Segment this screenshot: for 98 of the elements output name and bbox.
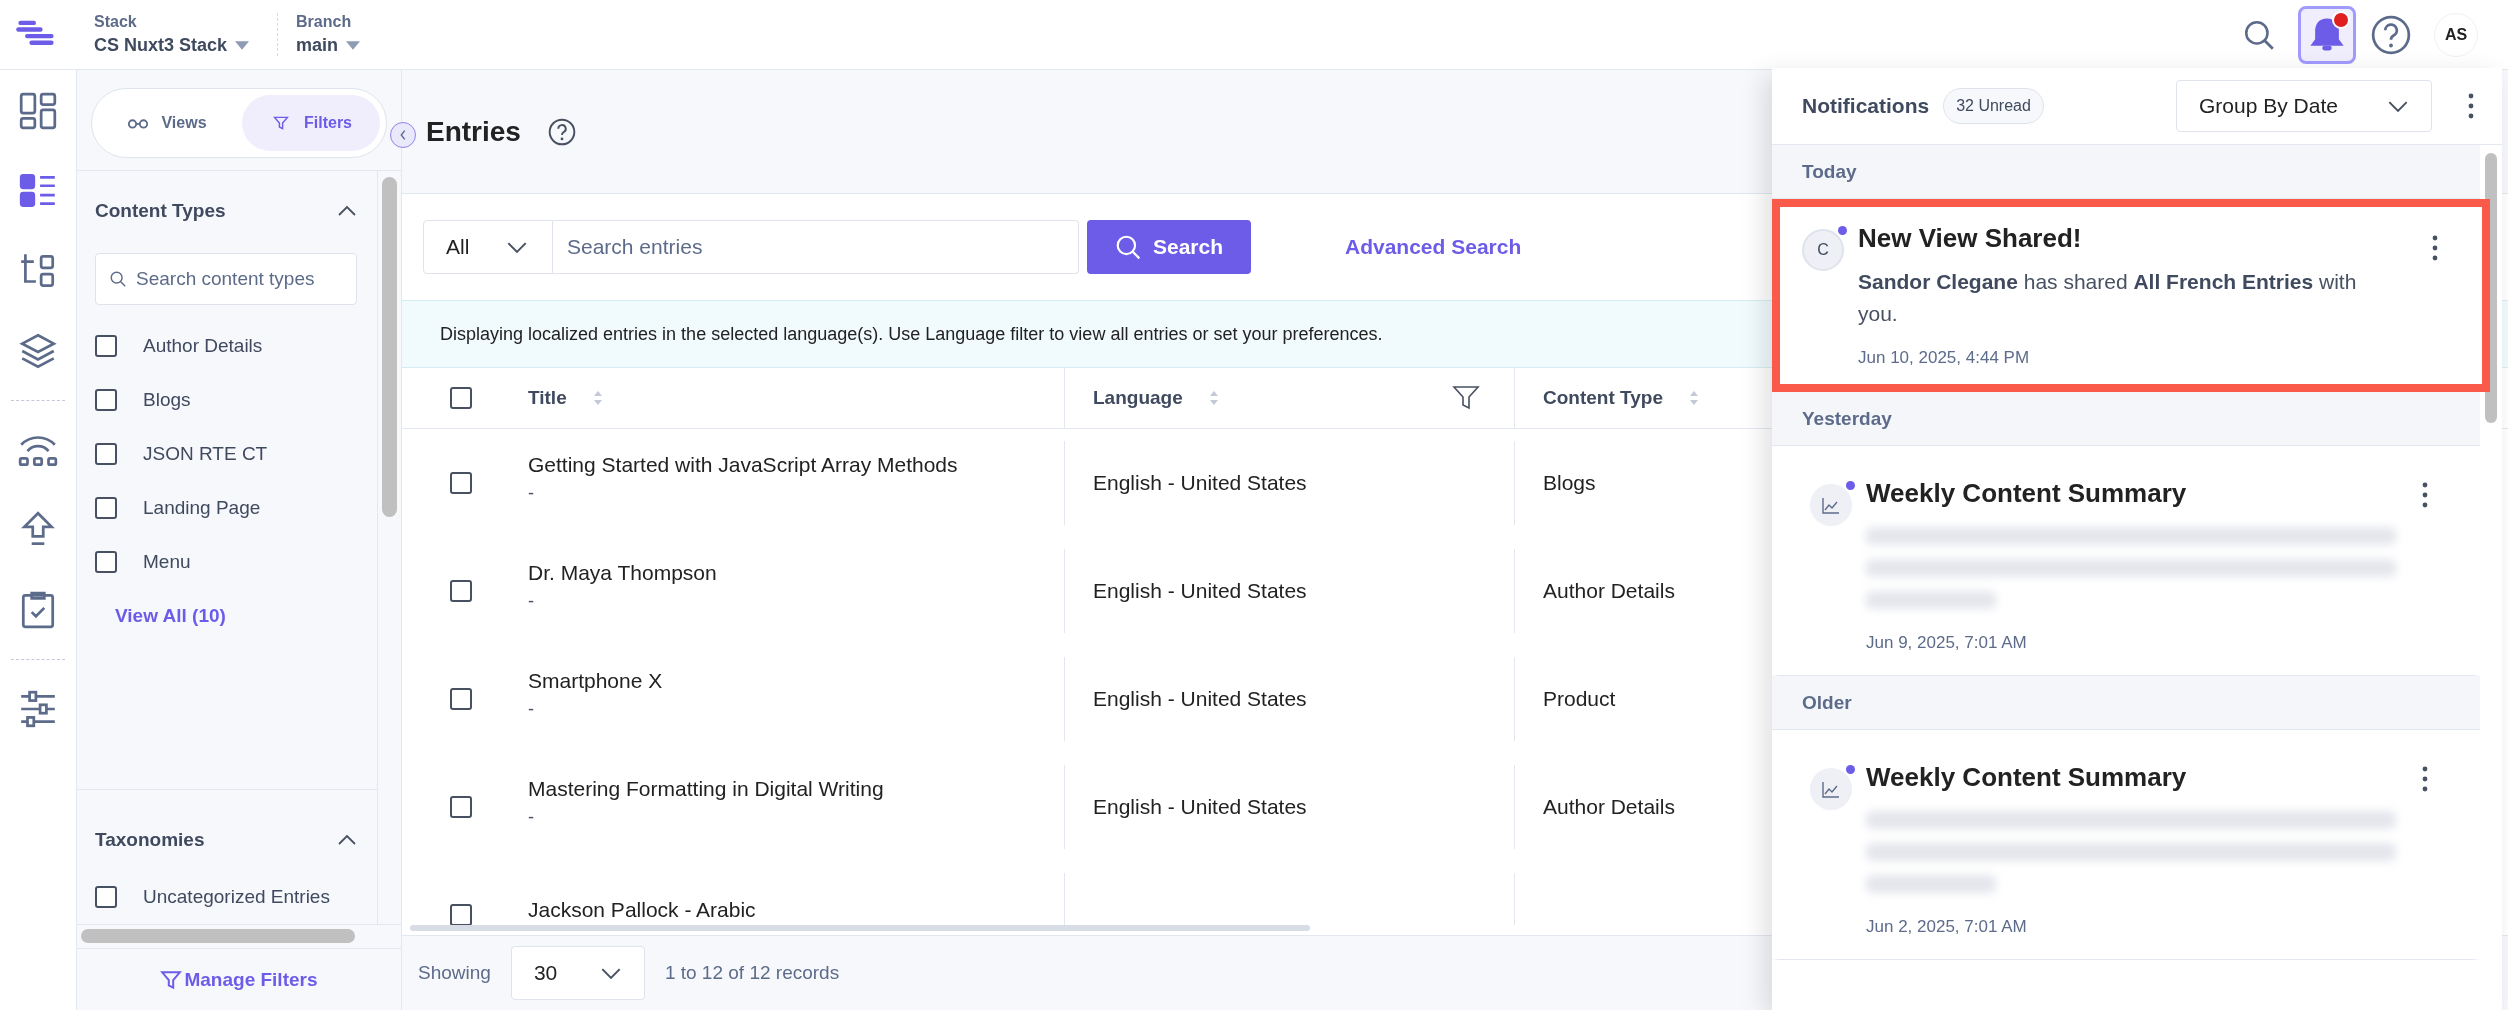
stack-selector[interactable]: CS Nuxt3 Stack [94,35,250,56]
collapse-chevron-icon[interactable] [337,834,357,846]
more-options-icon[interactable] [2422,482,2428,508]
banner-text: Displaying localized entries in the selected language(s). Use Language filter to view all entries or set your preferences. [440,323,1383,345]
help-icon[interactable] [546,116,577,147]
checkbox[interactable] [95,335,117,357]
branch-selector[interactable]: main [296,35,361,56]
table-cell: Product [1543,687,1616,711]
more-options-icon[interactable] [2422,766,2428,792]
notification-card[interactable]: C New View Shared! Sandor Clegane has shared All French Entries with you. Jun 10, 2025, 4:44 PM [1772,199,2490,392]
table-cell: English - United States [1093,471,1307,495]
entry-title[interactable]: Jackson Pallock - Arabic [528,898,756,922]
locale-dropdown[interactable]: All [423,220,553,274]
checkbox[interactable] [95,551,117,573]
group-heading: Older [1802,691,1852,714]
row-checkbox[interactable] [450,472,472,494]
entry-subtitle: - [528,482,534,504]
scrollbar-thumb[interactable] [382,177,397,517]
search-icon [109,270,127,288]
column-header[interactable]: Title [528,387,567,409]
section-title: Content Types [95,200,226,222]
chevron-down-icon [506,240,528,254]
notification-message: Sandor Clegane has shared All French Entries with you. [1858,269,2358,327]
section-title: Taxonomies [95,829,205,851]
user-avatar: C [1802,229,1844,271]
content-type-option[interactable]: Uncategorized Entries [143,886,330,908]
branch-label: Branch [296,13,353,31]
table-cell: Blogs [1543,471,1596,495]
views-tab[interactable]: Views [98,95,236,151]
more-options-icon[interactable] [2432,235,2438,261]
page-title: Entries [426,115,521,148]
table-cell: Author Details [1543,579,1675,603]
scrollbar-thumb[interactable] [81,929,355,943]
notification-title: Weekly Content Summary [1866,478,2187,509]
help-icon[interactable] [2370,13,2412,56]
filters-tab[interactable]: Filters [242,95,380,151]
column-header[interactable]: Content Type [1543,387,1663,409]
notification-time: Jun 9, 2025, 7:01 AM [1866,633,2028,653]
checkbox[interactable] [95,443,117,465]
entry-title[interactable]: Dr. Maya Thompson [528,560,717,585]
content-type-option[interactable]: Menu [143,551,191,573]
stack-label: Stack [94,13,138,31]
user-avatar[interactable]: AS [2434,12,2478,57]
row-checkbox[interactable] [450,688,472,710]
group-heading: Yesterday [1802,407,1892,430]
content-type-option[interactable]: Landing Page [143,497,261,519]
panel-title: Notifications [1802,94,1930,118]
chevron-down-icon [2387,99,2409,113]
notifications-button[interactable] [2298,5,2356,64]
checkbox[interactable] [95,497,117,519]
group-heading: Today [1802,160,1857,183]
notification-title: Weekly Content Summary [1866,762,2187,793]
content-type-option[interactable]: Author Details [143,335,263,357]
caret-icon [346,41,361,50]
table-cell: English - United States [1093,687,1307,711]
entry-subtitle: - [528,698,534,720]
chevron-down-icon [599,966,622,980]
content-type-option[interactable]: JSON RTE CT [143,443,268,465]
unread-count: 32 Unread [1943,88,2044,124]
notification-time: Jun 2, 2025, 7:01 AM [1866,917,2028,937]
manage-filters-button[interactable]: Manage Filters [77,948,401,1010]
notification-title: New View Shared! [1858,223,2082,254]
table-cell: English - United States [1093,579,1307,603]
row-checkbox[interactable] [450,580,472,602]
select-all-checkbox[interactable] [450,387,472,409]
notification-card[interactable]: Weekly Content Summary Jun 9, 2025, 7:01 AM [1772,446,2480,676]
more-options-icon[interactable] [2468,93,2474,119]
showing-label: Showing [418,962,491,984]
record-range: 1 to 12 of 12 records [664,962,840,984]
table-cell: Author Details [1543,795,1675,819]
notification-time: Jun 10, 2025, 4:44 PM [1858,348,2031,368]
search-button[interactable]: Search [1087,220,1251,274]
search-field[interactable]: Search entries [553,220,1079,274]
caret-icon [235,41,250,50]
checkbox[interactable] [95,389,117,411]
entry-title[interactable]: Getting Started with JavaScript Array Methods [528,452,958,477]
row-checkbox[interactable] [450,796,472,818]
column-header[interactable]: Language [1093,387,1183,409]
table-cell: English - United States [1093,795,1307,819]
advanced-search-link[interactable]: Advanced Search [1345,235,1522,259]
view-all-link[interactable]: View All (10) [115,605,226,627]
entry-subtitle: - [528,590,534,612]
entry-title[interactable]: Mastering Formatting in Digital Writing [528,776,884,801]
search-icon [1114,234,1141,260]
group-by-dropdown[interactable]: Group By Date [2176,80,2432,132]
checkbox[interactable] [95,886,117,908]
content-type-option[interactable]: Blogs [143,389,191,411]
notification-card[interactable]: Weekly Content Summary Jun 2, 2025, 7:01 AM [1772,730,2480,960]
collapse-chevron-icon[interactable] [337,205,357,217]
entry-subtitle: - [528,806,534,828]
funnel-icon [160,968,183,991]
page-size-dropdown[interactable]: 30 [510,946,645,1000]
entry-title[interactable]: Smartphone X [528,668,663,693]
row-checkbox[interactable] [450,904,472,925]
filter-icon[interactable] [1452,384,1480,412]
chevron-left-icon [398,128,408,142]
content-type-search-field[interactable]: Search content types [95,253,357,305]
scrollbar-thumb[interactable] [410,925,1310,931]
